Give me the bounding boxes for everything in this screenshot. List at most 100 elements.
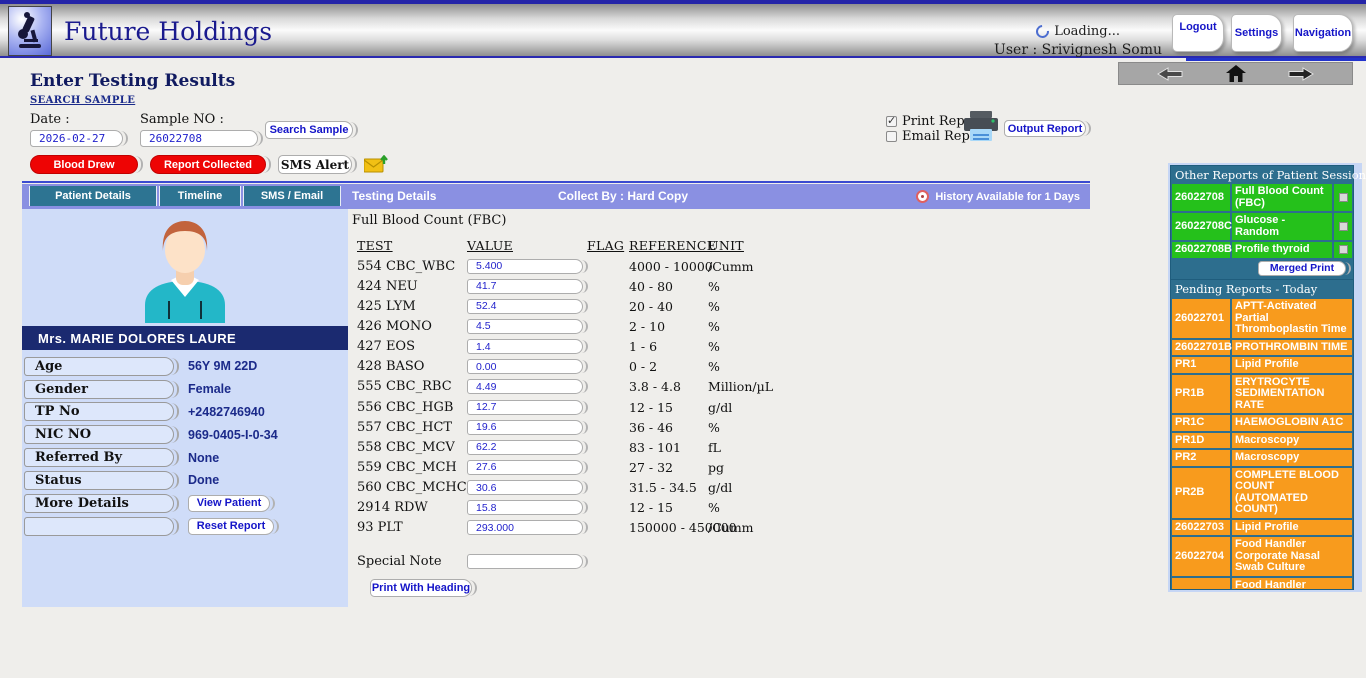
test-panel-title: Full Blood Count (FBC): [352, 213, 1092, 228]
special-note-label: Special Note: [352, 554, 467, 569]
result-row: 428 BASO 0.00 0 - 2 %: [352, 357, 1092, 377]
value-input[interactable]: 62.2: [467, 440, 583, 455]
testing-details-panel: Full Blood Count (FBC) TEST VALUE FLAG R…: [352, 213, 1092, 597]
testing-details-heading: Testing Details: [352, 184, 436, 209]
report-name: Profile thyroid: [1232, 242, 1332, 258]
pending-report-row[interactable]: PR2 Macroscopy: [1172, 450, 1352, 466]
loading-indicator: Loading...: [1036, 24, 1120, 39]
value-input[interactable]: 41.7: [467, 279, 583, 294]
print-with-heading-button[interactable]: Print With Heading: [370, 579, 472, 597]
view-patient-button[interactable]: View Patient: [188, 495, 270, 512]
history-notice: History Available for 1 Days: [916, 184, 1080, 209]
value-input[interactable]: 293.000: [467, 520, 583, 535]
sample-no-input[interactable]: 26022708: [140, 130, 258, 147]
pending-report-row[interactable]: PR1B ERYTROCYTE SEDIMENTATION RATE: [1172, 375, 1352, 414]
output-report-button[interactable]: Output Report: [1004, 120, 1086, 137]
report-output-options: Print Report Email Report Output Report: [886, 114, 989, 144]
report-select-checkbox[interactable]: [1339, 193, 1348, 202]
reference-range: 1 - 6: [629, 339, 708, 354]
value-input[interactable]: 4.49: [467, 379, 583, 394]
pending-report-row[interactable]: 26022701 APTT-Activated Partial Thrombop…: [1172, 299, 1352, 338]
value-input[interactable]: 0.00: [467, 359, 583, 374]
search-sample-link[interactable]: SEARCH SAMPLE: [30, 95, 135, 106]
tab-patient-details[interactable]: Patient Details: [30, 186, 156, 206]
pending-report-id: 26022703: [1172, 520, 1230, 536]
settings-button[interactable]: Settings: [1231, 14, 1282, 52]
forward-arrow-icon[interactable]: [1288, 67, 1314, 81]
section-divider: [22, 181, 1090, 183]
pending-report-id: PR1: [1172, 357, 1230, 373]
col-flag: FLAG: [587, 238, 624, 253]
patient-field-value: Female: [188, 382, 231, 396]
test-name: 2914 RDW: [352, 500, 467, 515]
pending-report-row[interactable]: PR1D Macroscopy: [1172, 433, 1352, 449]
patient-field-label: Gender: [24, 380, 174, 399]
unit-label: Million/µL: [708, 379, 1092, 394]
value-input[interactable]: 52.4: [467, 299, 583, 314]
printer-icon: [962, 110, 1000, 149]
report-select-checkbox[interactable]: [1339, 222, 1348, 231]
test-name: 555 CBC_RBC: [352, 379, 467, 394]
value-input[interactable]: 5.400: [467, 259, 583, 274]
other-report-row[interactable]: 26022708C Glucose - Random: [1172, 213, 1352, 240]
pending-report-row[interactable]: PR2B COMPLETE BLOOD COUNT (AUTOMATED COU…: [1172, 468, 1352, 518]
date-field-group: Date : 2026-02-27: [30, 112, 123, 147]
special-note-input[interactable]: [467, 554, 583, 569]
other-report-row[interactable]: 26022708 Full Blood Count (FBC): [1172, 184, 1352, 211]
pending-report-row[interactable]: 26022704 Food Handler Corporate Nasal Sw…: [1172, 537, 1352, 576]
navigation-button[interactable]: Navigation: [1293, 14, 1353, 52]
sms-alert-button[interactable]: SMS Alert: [278, 155, 352, 174]
test-name: 427 EOS: [352, 339, 467, 354]
back-arrow-icon[interactable]: [1157, 67, 1183, 81]
value-input[interactable]: 12.7: [467, 400, 583, 415]
pending-report-name: COMPLETE BLOOD COUNT (AUTOMATED COUNT): [1232, 468, 1352, 518]
value-input[interactable]: 15.8: [467, 500, 583, 515]
pending-report-row[interactable]: 26022703 Lipid Profile: [1172, 520, 1352, 536]
unit-label: %: [708, 420, 1092, 435]
patient-field-label: TP No: [24, 402, 174, 421]
pending-reports-title: Pending Reports - Today: [1175, 282, 1317, 296]
other-report-row[interactable]: 26022708B Profile thyroid: [1172, 242, 1352, 258]
email-icon[interactable]: [364, 155, 388, 174]
patient-field-label: Status: [24, 471, 174, 490]
reset-report-button[interactable]: Reset Report: [188, 518, 274, 535]
report-id: 26022708B: [1172, 242, 1230, 258]
pending-report-row[interactable]: Food Handler: [1172, 578, 1352, 591]
reference-range: 40 - 80: [629, 279, 708, 294]
home-icon[interactable]: [1226, 65, 1246, 82]
patient-field-label: NIC NO: [24, 425, 174, 444]
tab-sms-email[interactable]: SMS / Email: [244, 186, 340, 206]
search-sample-button[interactable]: Search Sample: [265, 121, 353, 139]
tab-timeline[interactable]: Timeline: [160, 186, 240, 206]
value-input[interactable]: 27.6: [467, 460, 583, 475]
print-report-checkbox[interactable]: [886, 116, 897, 127]
reports-sidebar: Other Reports of Patient Session [X] 260…: [1168, 163, 1362, 592]
value-input[interactable]: 1.4: [467, 339, 583, 354]
email-report-checkbox[interactable]: [886, 131, 897, 142]
merged-print-button[interactable]: Merged Print: [1258, 261, 1346, 276]
patient-panel: Mrs. MARIE DOLORES LAURE Age 56Y 9M 22D …: [22, 209, 348, 607]
logout-button[interactable]: Logout: [1172, 14, 1224, 52]
result-row: 424 NEU 41.7 40 - 80 %: [352, 276, 1092, 296]
history-notice-text: History Available for 1 Days: [935, 191, 1080, 203]
result-row: 2914 RDW 15.8 12 - 15 %: [352, 498, 1092, 518]
report-select-checkbox[interactable]: [1339, 245, 1348, 254]
other-reports-title: Other Reports of Patient Session: [1175, 168, 1366, 182]
history-clock-icon: [916, 190, 929, 203]
report-id: 26022708C: [1172, 213, 1230, 240]
patient-field-row: NIC NO 969-0405-I-0-34: [24, 423, 346, 446]
logged-in-user: User : Srivignesh Somu: [994, 42, 1162, 58]
value-input[interactable]: 19.6: [467, 420, 583, 435]
pending-report-name: Macroscopy: [1232, 433, 1352, 449]
value-input[interactable]: 4.5: [467, 319, 583, 334]
pending-report-row[interactable]: 26022701B PROTHROMBIN TIME: [1172, 340, 1352, 356]
value-input[interactable]: 30.6: [467, 480, 583, 495]
date-input[interactable]: 2026-02-27: [30, 130, 123, 147]
history-navigation-bar: [1118, 62, 1353, 85]
pending-report-row[interactable]: PR1 Lipid Profile: [1172, 357, 1352, 373]
blood-drew-button[interactable]: Blood Drew: [30, 155, 138, 174]
pending-report-id: 26022704: [1172, 537, 1230, 576]
report-collected-button[interactable]: Report Collected: [150, 155, 266, 174]
pending-report-row[interactable]: PR1C HAEMOGLOBIN A1C: [1172, 415, 1352, 431]
test-name: 424 NEU: [352, 279, 467, 294]
